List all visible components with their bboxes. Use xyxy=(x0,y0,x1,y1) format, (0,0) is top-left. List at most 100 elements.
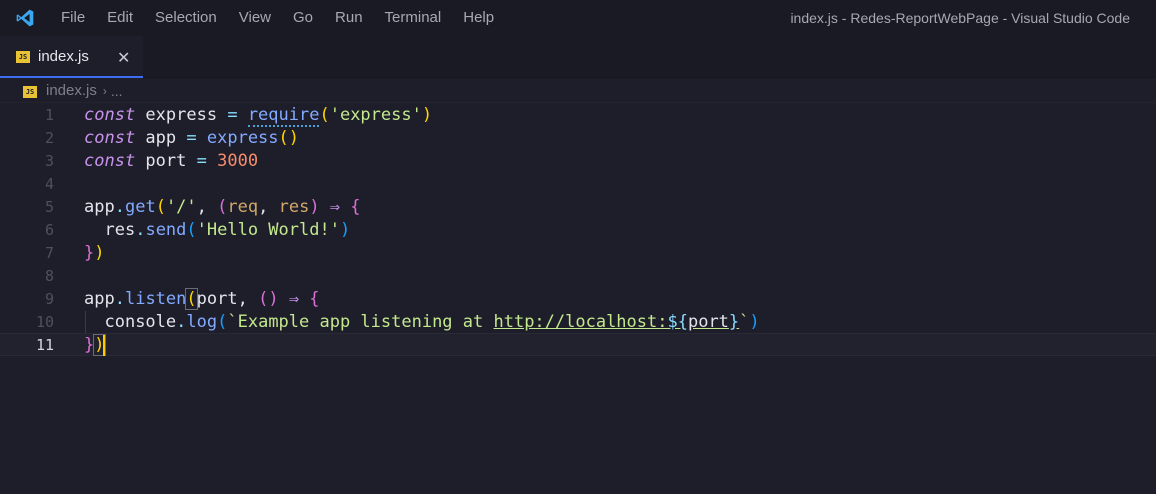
vscode-window: File Edit Selection View Go Run Terminal… xyxy=(0,0,1156,494)
menu-go[interactable]: Go xyxy=(282,0,324,36)
token-keyword: const xyxy=(84,151,136,171)
token-function: require xyxy=(247,105,320,127)
code-text: const app = express() xyxy=(84,127,299,150)
token-url-link[interactable]: http://localhost: xyxy=(493,312,667,332)
line-number: 3 xyxy=(44,152,54,170)
token-arrow: ⇒ xyxy=(319,197,351,217)
token-brace: { xyxy=(309,289,320,309)
token-operator: . xyxy=(114,197,125,217)
token-parameter: req xyxy=(227,197,259,217)
code-line: 9 app.listen(port, () ⇒ { xyxy=(0,288,1156,311)
token-identifier: express xyxy=(135,105,228,125)
code-line: 3 const port = 3000 xyxy=(0,150,1156,173)
line-number: 7 xyxy=(44,244,54,262)
line-number: 4 xyxy=(44,175,54,193)
token-paren: ( xyxy=(186,220,197,240)
token-paren: ( xyxy=(155,197,166,217)
title-bar: File Edit Selection View Go Run Terminal… xyxy=(0,0,1156,36)
token-number: 3000 xyxy=(217,151,259,171)
tab-index-js[interactable]: JS index.js ✕ xyxy=(0,36,143,78)
token-string: 'Hello World!' xyxy=(196,220,340,240)
token-punctuation: , xyxy=(196,197,218,217)
code-text: }) xyxy=(84,242,105,265)
token-identifier: app xyxy=(135,128,187,148)
menu-selection[interactable]: Selection xyxy=(144,0,228,36)
token-template-tick: ` xyxy=(739,312,750,332)
token-punctuation: , xyxy=(237,289,259,309)
token-string: Example app listening at xyxy=(237,312,494,332)
vscode-logo-icon xyxy=(0,0,50,36)
code-text: const express = require('express') xyxy=(84,104,432,127)
token-paren: ) xyxy=(339,220,351,240)
code-text: const port = 3000 xyxy=(84,150,258,173)
chevron-right-icon: › xyxy=(102,83,107,98)
token-operator: . xyxy=(114,289,125,309)
line-number: 1 xyxy=(44,106,54,124)
menu-file[interactable]: File xyxy=(50,0,96,36)
token-paren: ( xyxy=(217,312,228,332)
code-line: 4 xyxy=(0,173,1156,196)
token-paren: ( xyxy=(278,128,289,148)
token-paren: ( xyxy=(258,289,269,309)
code-text: app.listen(port, () ⇒ { xyxy=(84,288,320,311)
code-text: }) xyxy=(84,334,106,357)
token-paren: ( xyxy=(319,105,330,125)
token-identifier: port xyxy=(196,289,238,309)
token-identifier: port xyxy=(135,151,197,171)
token-punctuation: , xyxy=(258,197,279,217)
token-paren: ) xyxy=(309,197,320,217)
menu-run[interactable]: Run xyxy=(324,0,374,36)
token-function: get xyxy=(124,197,156,217)
breadcrumb-file[interactable]: index.js xyxy=(46,82,97,99)
token-operator: . xyxy=(135,220,146,240)
close-icon[interactable]: ✕ xyxy=(117,48,130,68)
menu-help[interactable]: Help xyxy=(452,0,505,36)
token-string: '/' xyxy=(165,197,197,217)
token-identifier: app xyxy=(84,197,115,217)
code-line: 5 app.get('/', (req, res) ⇒ { xyxy=(0,196,1156,219)
token-identifier: port xyxy=(687,312,729,332)
code-text: console.log(`Example app listening at ht… xyxy=(84,311,760,334)
token-identifier: res xyxy=(104,220,136,240)
token-brace: } xyxy=(84,243,95,263)
code-line: 10 console.log(`Example app listening at… xyxy=(0,311,1156,334)
token-paren: ) xyxy=(421,105,433,125)
menu-terminal[interactable]: Terminal xyxy=(374,0,453,36)
token-function: send xyxy=(145,220,187,240)
token-operator: = xyxy=(227,105,238,125)
token-identifier: app xyxy=(84,289,115,309)
line-number-active: 11 xyxy=(35,336,54,354)
code-line: 8 xyxy=(0,265,1156,288)
token-paren: ( xyxy=(185,288,198,310)
token-template-tick: ` xyxy=(227,312,238,332)
menu-edit[interactable]: Edit xyxy=(96,0,144,36)
menu-view[interactable]: View xyxy=(228,0,282,36)
code-line-current: 11 }) xyxy=(0,333,1156,356)
token-interpolation: ${ xyxy=(667,312,688,332)
code-line: 1 const express = require('express') xyxy=(0,104,1156,127)
token-arrow: ⇒ xyxy=(278,289,310,309)
token-paren: ) xyxy=(268,289,279,309)
token-function: log xyxy=(186,312,218,332)
token-string: 'express' xyxy=(329,105,422,125)
text-cursor xyxy=(103,335,105,356)
tab-label: index.js xyxy=(38,48,89,65)
javascript-file-icon: JS xyxy=(23,85,37,98)
token-keyword: const xyxy=(84,105,136,125)
menu-bar: File Edit Selection View Go Run Terminal… xyxy=(50,0,505,36)
token-paren: ) xyxy=(749,312,760,332)
line-number: 5 xyxy=(44,198,54,216)
tab-bar: JS index.js ✕ xyxy=(0,36,1156,78)
token-function: listen xyxy=(124,289,187,309)
code-text: res.send('Hello World!') xyxy=(84,219,350,242)
token-brace: } xyxy=(84,335,95,355)
token-interpolation: } xyxy=(728,312,740,332)
token-function: express xyxy=(206,128,279,148)
code-text: app.get('/', (req, res) ⇒ { xyxy=(84,196,361,219)
token-parameter: res xyxy=(278,197,310,217)
window-title: index.js - Redes-ReportWebPage - Visual … xyxy=(790,10,1130,26)
code-editor[interactable]: 1 const express = require('express') 2 c… xyxy=(0,104,1156,494)
breadcrumb-symbol[interactable]: ... xyxy=(111,83,123,99)
